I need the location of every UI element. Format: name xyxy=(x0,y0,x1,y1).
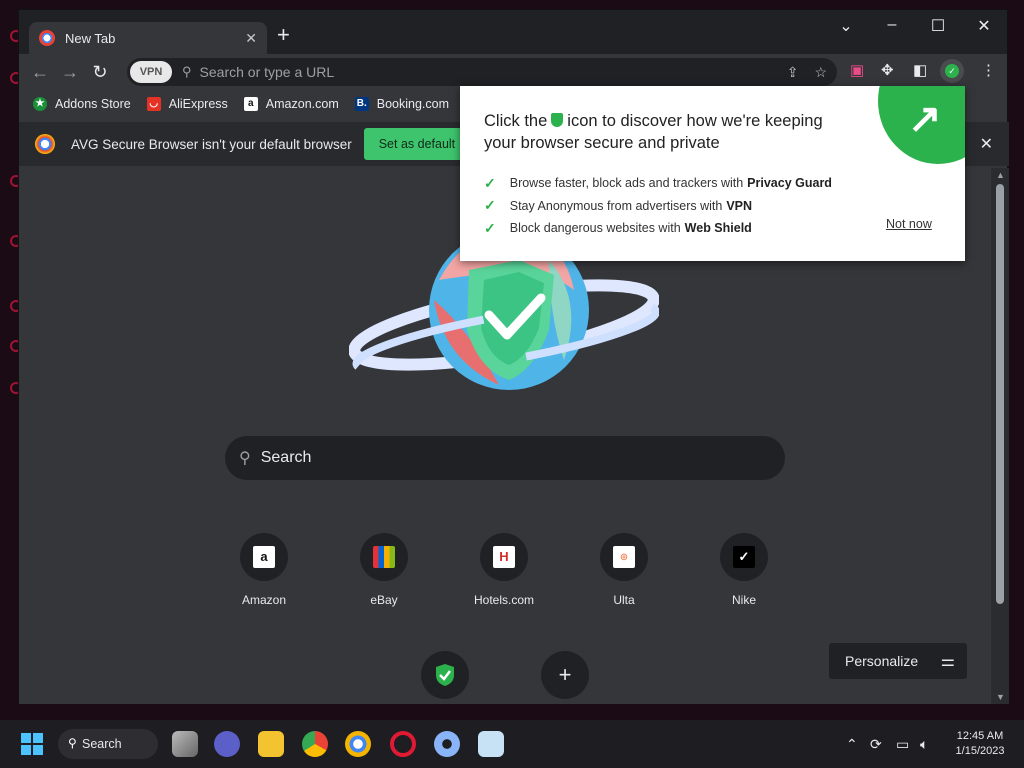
avg-browser-icon[interactable] xyxy=(345,731,371,757)
scrollbar[interactable]: ▲ ▼ xyxy=(991,168,1009,704)
close-infobar-icon[interactable]: ✕ xyxy=(980,134,993,154)
bookmark-aliexpress[interactable]: ◡ AliExpress xyxy=(146,97,228,111)
speed-dial-ebay[interactable]: eBay xyxy=(339,533,429,607)
teams-chat-icon[interactable] xyxy=(214,731,240,757)
task-view-icon[interactable] xyxy=(172,731,198,757)
chrome-icon[interactable] xyxy=(302,731,328,757)
arrow-up-right-icon: ↗ xyxy=(908,97,942,141)
password-extension-icon[interactable]: ▣ xyxy=(850,61,864,79)
speed-dial-hotels[interactable]: H Hotels.com xyxy=(459,533,549,607)
feature-item: ✓ Browse faster, block ads and trackers w… xyxy=(484,174,832,191)
address-placeholder: Search or type a URL xyxy=(199,64,335,80)
security-shield-button[interactable]: ✓ xyxy=(940,59,964,83)
check-shield-icon: ✓ xyxy=(945,64,959,78)
speed-dial-security[interactable] xyxy=(421,651,469,699)
search-icon: ⚲ xyxy=(68,736,77,750)
bookmark-amazon[interactable]: a Amazon.com xyxy=(243,97,339,111)
menu-kebab-icon[interactable]: ⋮ xyxy=(981,61,996,79)
bookmark-star-icon[interactable]: ☆ xyxy=(814,64,827,81)
bookmark-booking[interactable]: B. Booking.com xyxy=(354,97,449,111)
file-explorer-icon[interactable] xyxy=(258,731,284,757)
amazon-icon: a xyxy=(253,546,275,568)
bookmark-addons-store[interactable]: ★ Addons Store xyxy=(33,97,131,111)
start-windows-icon[interactable] xyxy=(21,733,43,755)
browser-logo-icon xyxy=(35,134,55,154)
personalize-button[interactable]: Personalize ⚌ xyxy=(829,643,967,679)
toolbar: ← → ↻ VPN ⚲ Search or type a URL ⇪ ☆ ▣ ✥… xyxy=(19,54,1007,90)
opera-icon[interactable] xyxy=(390,731,416,757)
tab-title: New Tab xyxy=(65,30,116,46)
taskbar: ⚲ Search ⌃ ⟳ ▭ 🔈︎ 12:45 AM 1/15/2023 xyxy=(0,720,1024,768)
volume-icon[interactable]: 🔈︎ xyxy=(920,736,928,753)
newtab-search-box[interactable]: ⚲ Search xyxy=(225,436,785,480)
close-window-icon[interactable]: ✕ xyxy=(964,16,1004,36)
tab-new-tab[interactable]: New Tab ✕ xyxy=(29,22,267,54)
speed-dial-amazon[interactable]: a Amazon xyxy=(219,533,309,607)
amazon-icon: a xyxy=(243,97,258,111)
search-icon: ⚲ xyxy=(182,64,192,79)
search-icon: ⚲ xyxy=(239,450,251,467)
shield-check-icon xyxy=(436,664,454,686)
close-tab-icon[interactable]: ✕ xyxy=(245,30,257,47)
browser-favicon-icon xyxy=(39,30,55,46)
taskbar-search-button[interactable]: ⚲ Search xyxy=(58,729,158,759)
check-icon: ✓ xyxy=(484,197,496,214)
set-as-default-button[interactable]: Set as default xyxy=(363,128,471,160)
nike-swoosh-icon: ✓ xyxy=(733,546,755,568)
tab-search-chevron-icon[interactable]: ⌄ xyxy=(826,16,866,36)
sync-icon[interactable]: ⟳ xyxy=(870,736,882,753)
tray-chevron-up-icon[interactable]: ⌃ xyxy=(846,736,858,753)
vpn-button[interactable]: VPN xyxy=(130,61,172,83)
back-arrow-icon[interactable]: ← xyxy=(25,62,55,83)
forward-arrow-icon[interactable]: → xyxy=(55,62,85,83)
side-panel-icon[interactable]: ◧ xyxy=(913,61,927,79)
ulta-icon: ◎ xyxy=(613,546,635,568)
maximize-icon[interactable]: ☐ xyxy=(918,16,958,36)
popup-title: Click the icon to discover how we're keep… xyxy=(484,112,823,152)
reload-icon[interactable]: ↻ xyxy=(85,62,115,83)
settings-gear-icon[interactable] xyxy=(434,731,460,757)
infobar-message: AVG Secure Browser isn't your default br… xyxy=(71,136,352,152)
network-monitor-icon[interactable]: ▭ xyxy=(896,736,909,753)
speed-dial-ulta[interactable]: ◎ Ulta xyxy=(579,533,669,607)
aliexpress-icon: ◡ xyxy=(146,97,161,111)
check-icon: ✓ xyxy=(484,219,496,236)
sliders-icon: ⚌ xyxy=(940,653,955,670)
system-clock[interactable]: 12:45 AM 1/15/2023 xyxy=(948,729,1012,759)
feature-list: ✓ Browse faster, block ads and trackers w… xyxy=(484,172,832,240)
check-icon: ✓ xyxy=(484,174,496,191)
feature-item: ✓ Stay Anonymous from advertisers with VPN xyxy=(484,197,753,214)
feature-item: ✓ Block dangerous websites with Web Shield xyxy=(484,219,752,236)
not-now-link[interactable]: Not now xyxy=(886,217,932,231)
search-label: Search xyxy=(260,449,312,466)
addons-store-icon: ★ xyxy=(33,97,47,111)
security-onboarding-popup: ↗ Click the icon to discover how we're ke… xyxy=(460,86,965,261)
hotels-icon: H xyxy=(493,546,515,568)
add-shortcut-plus-icon[interactable]: + xyxy=(541,651,589,699)
extensions-puzzle-icon[interactable]: ✥ xyxy=(881,61,894,79)
scroll-down-arrow-icon[interactable]: ▼ xyxy=(996,692,1005,702)
speed-dial-nike[interactable]: ✓ Nike xyxy=(699,533,789,607)
green-shield-icon xyxy=(551,113,564,127)
new-tab-plus-icon[interactable]: + xyxy=(277,24,290,46)
ebay-bag-icon xyxy=(373,546,395,568)
scroll-up-arrow-icon[interactable]: ▲ xyxy=(996,170,1005,180)
share-icon[interactable]: ⇪ xyxy=(787,64,799,81)
booking-icon: B. xyxy=(354,97,369,111)
scrollbar-thumb[interactable] xyxy=(996,184,1004,604)
minimize-icon[interactable]: – xyxy=(872,16,912,34)
address-bar[interactable]: VPN ⚲ Search or type a URL ⇪ ☆ xyxy=(127,58,837,86)
title-bar: New Tab ✕ + ⌄ – ☐ ✕ xyxy=(19,10,1007,54)
task-manager-icon[interactable] xyxy=(478,731,504,757)
